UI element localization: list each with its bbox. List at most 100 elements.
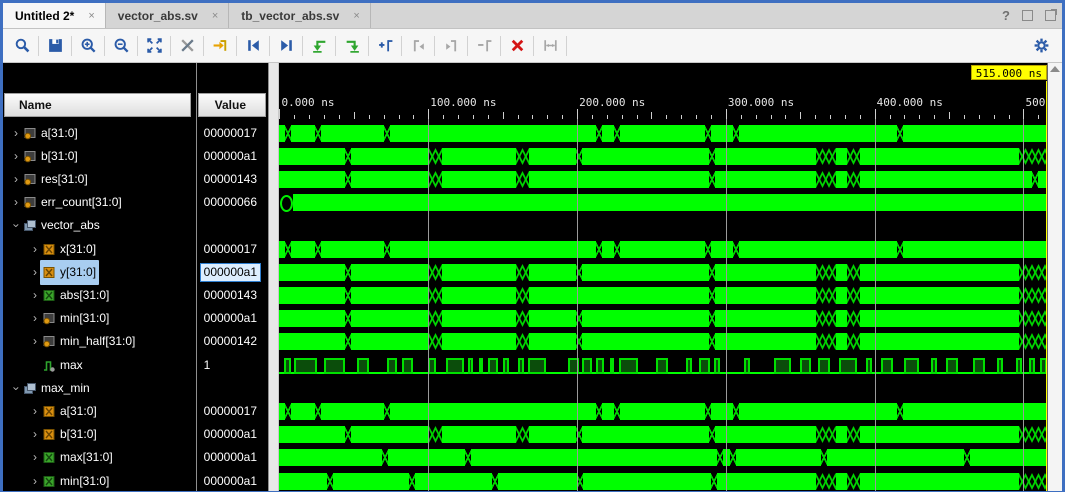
tree-row-y-31-0-[interactable]: ›y[31:0] <box>3 261 196 284</box>
bit-pulse <box>528 358 546 374</box>
tree-row-min_half-31-0-[interactable]: ›min_half[31:0] <box>3 330 196 353</box>
no-snap-icon[interactable] <box>174 34 200 58</box>
bus-transition <box>614 241 620 258</box>
zoom-in-icon[interactable] <box>75 34 101 58</box>
delete-icon[interactable] <box>504 34 530 58</box>
value-row[interactable] <box>197 214 268 237</box>
bus-waveform <box>279 264 1047 281</box>
bus-transition <box>614 403 620 420</box>
tree-row-min-31-0-[interactable]: ›min[31:0] <box>3 470 196 492</box>
help-icon[interactable]: ? <box>1002 8 1010 23</box>
chevron-right-icon[interactable]: › <box>11 191 21 214</box>
chevron-right-icon[interactable]: › <box>30 446 40 469</box>
value-row[interactable]: 000000a1 <box>197 261 268 284</box>
close-icon[interactable]: × <box>88 10 94 22</box>
value-row[interactable]: 00000142 <box>197 330 268 353</box>
save-icon[interactable] <box>42 34 68 58</box>
value-row[interactable]: 00000143 <box>197 284 268 307</box>
close-icon[interactable]: × <box>212 10 218 22</box>
tree-row-res-31-0-[interactable]: ›res[31:0] <box>3 168 196 191</box>
close-icon[interactable]: × <box>353 10 359 22</box>
chevron-right-icon[interactable]: › <box>11 122 21 145</box>
bus-transition <box>429 148 442 165</box>
next-marker-icon[interactable] <box>438 34 464 58</box>
chevron-right-icon[interactable]: › <box>11 145 21 168</box>
bus-transition <box>516 171 529 188</box>
value-row[interactable]: 1 <box>197 354 268 377</box>
chevron-right-icon[interactable]: › <box>11 168 21 191</box>
goto-time-icon[interactable] <box>207 34 233 58</box>
tree-row-err_count-31-0-[interactable]: ›err_count[31:0] <box>3 191 196 214</box>
redo-zoom-icon[interactable] <box>339 34 365 58</box>
value-row[interactable]: 000000a1 <box>197 423 268 446</box>
bus-waveform <box>279 333 1047 350</box>
chevron-right-icon[interactable]: › <box>30 261 40 284</box>
value-row[interactable]: 00000066 <box>197 191 268 214</box>
tree-row-max-31-0-[interactable]: ›max[31:0] <box>3 446 196 469</box>
remove-marker-icon[interactable] <box>471 34 497 58</box>
panel-splitter[interactable] <box>269 63 280 491</box>
tree-row-max[interactable]: max <box>3 354 196 377</box>
zoom-out-icon[interactable] <box>108 34 134 58</box>
float-icon[interactable] <box>1045 10 1056 21</box>
tree-row-x-31-0-[interactable]: ›x[31:0] <box>3 238 196 261</box>
tree-row-vector_abs[interactable]: ›vector_abs <box>3 214 196 237</box>
tab-vector-abs-sv[interactable]: vector_abs.sv × <box>106 3 230 28</box>
tab-untitled-2[interactable]: Untitled 2* × <box>3 3 106 28</box>
tab-bar: Untitled 2* × vector_abs.sv × tb_vector_… <box>3 3 1062 29</box>
value-row[interactable] <box>197 377 268 400</box>
tree-row-abs-31-0-[interactable]: ›abs[31:0] <box>3 284 196 307</box>
chevron-right-icon[interactable]: › <box>30 284 40 307</box>
chevron-right-icon[interactable]: › <box>30 470 40 492</box>
tree-row-b-31-0-[interactable]: ›b[31:0] <box>3 423 196 446</box>
ruler-tick <box>413 115 414 119</box>
value-row[interactable]: 000000a1 <box>197 307 268 330</box>
bus-transition <box>409 473 415 490</box>
bus-input-icon <box>42 266 56 279</box>
previous-transition-icon[interactable] <box>240 34 266 58</box>
add-marker-icon[interactable] <box>372 34 398 58</box>
bit-pulse <box>284 358 291 374</box>
value-row[interactable]: 000000a1 <box>197 470 268 492</box>
value-row[interactable]: 00000017 <box>197 122 268 145</box>
chevron-right-icon[interactable]: › <box>30 330 40 353</box>
chevron-right-icon[interactable]: › <box>30 307 40 330</box>
waveform-canvas[interactable]: 0.000 ns100.000 ns200.000 ns300.000 ns40… <box>279 63 1047 491</box>
maximize-icon[interactable] <box>1022 10 1033 21</box>
toolbar-separator <box>533 36 534 56</box>
ruler-label: 400.000 ns <box>877 96 943 109</box>
bit-pulse <box>656 358 668 374</box>
value-row[interactable]: 000000a1 <box>197 145 268 168</box>
tree-row-b-31-0-[interactable]: ›b[31:0] <box>3 145 196 168</box>
search-icon[interactable] <box>9 34 35 58</box>
value-row[interactable]: 00000143 <box>197 168 268 191</box>
undo-zoom-icon[interactable] <box>306 34 332 58</box>
bit-pulse <box>428 358 435 374</box>
signal-value-panel: Value 00000017000000a1000001430000006600… <box>197 63 269 491</box>
chevron-down-icon[interactable]: › <box>5 383 28 393</box>
value-row[interactable]: 00000017 <box>197 400 268 423</box>
ruler-label: 200.000 ns <box>579 96 645 109</box>
ruler-tick <box>711 115 712 119</box>
bus-transition <box>705 403 711 420</box>
chevron-right-icon[interactable]: › <box>30 238 40 261</box>
settings-gear-icon[interactable] <box>1028 33 1054 57</box>
zoom-fit-icon[interactable] <box>141 34 167 58</box>
vertical-scrollbar[interactable] <box>1047 63 1062 491</box>
swap-cursor-icon[interactable] <box>537 34 563 58</box>
tree-row-a-31-0-[interactable]: ›a[31:0] <box>3 400 196 423</box>
value-row[interactable]: 00000017 <box>197 238 268 261</box>
chevron-right-icon[interactable]: › <box>30 423 40 446</box>
next-transition-icon[interactable] <box>273 34 299 58</box>
tab-tb-vector-abs-sv[interactable]: tb_vector_abs.sv × <box>229 3 371 28</box>
scroll-up-icon[interactable] <box>1050 66 1060 72</box>
value-row[interactable]: 000000a1 <box>197 446 268 469</box>
tree-row-max_min[interactable]: ›max_min <box>3 377 196 400</box>
tree-row-a-31-0-[interactable]: ›a[31:0] <box>3 122 196 145</box>
chevron-down-icon[interactable]: › <box>5 221 28 231</box>
bus-transition <box>847 473 860 490</box>
tree-row-min-31-0-[interactable]: ›min[31:0] <box>3 307 196 330</box>
previous-marker-icon[interactable] <box>405 34 431 58</box>
chevron-right-icon[interactable]: › <box>30 400 40 423</box>
ruler-tick <box>369 115 370 119</box>
